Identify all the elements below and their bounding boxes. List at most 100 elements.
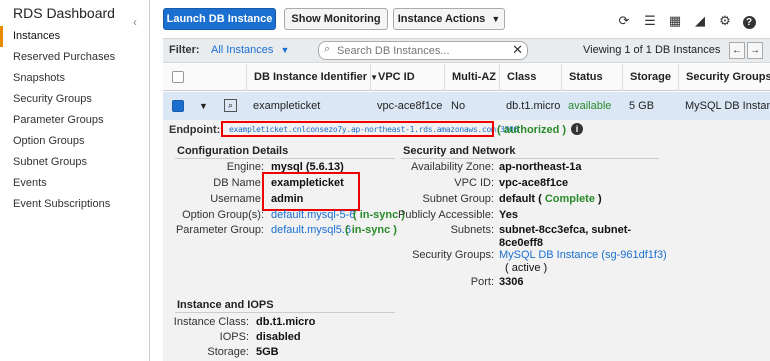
security-title: Security and Network [403,145,516,157]
security-divider [401,158,659,159]
clear-icon[interactable]: ✕ [512,42,523,58]
highlight-box-endpoint [221,121,494,137]
subnet-group-label: Subnet Group: [422,193,494,205]
chart-icon[interactable]: ◢ [693,14,707,28]
table-row[interactable]: ▼ ⌕ exampleticket vpc-ace8f1ce No db.t1.… [163,92,770,120]
az-value: ap-northeast-1a [499,161,582,173]
viewing-count: Viewing 1 of 1 DB Instances [583,44,721,56]
security-group-link[interactable]: MySQL DB Instance (sg-961df1f3) [499,249,667,261]
next-page-icon[interactable]: → [747,42,763,59]
sidebar-item-reserved-purchases[interactable]: Reserved Purchases [0,47,149,68]
storage-label: Storage: [207,346,249,358]
expand-icon[interactable]: ▼ [199,92,208,120]
cell-status: available [568,100,612,112]
launch-db-instance-button[interactable]: Launch DB Instance [163,8,276,30]
column-header-multi-az[interactable]: Multi-AZ [444,64,499,91]
column-header-class[interactable]: Class [499,64,561,91]
column-header-label: DB Instance Identifier [254,71,368,83]
engine-label: Engine: [226,161,264,173]
sidebar-item-event-subscriptions[interactable]: Event Subscriptions [0,194,149,215]
instance-detail-panel: Endpoint: exampleticket.cnlconsezo7y.ap-… [163,120,770,361]
parameter-group-status: ( in-sync ) [345,224,397,236]
option-group-label: Option Group(s): [182,209,264,221]
instance-actions-label: Instance Actions [397,13,486,25]
sidebar-item-parameter-groups[interactable]: Parameter Groups [0,110,149,131]
subnets-value-1: subnet-8cc3efca, subnet- [499,224,632,236]
endpoint-label: Endpoint: [169,124,221,136]
sidebar-title: RDS Dashboard [13,5,115,21]
sidebar-item-snapshots[interactable]: Snapshots [0,68,149,89]
config-divider [175,158,395,159]
iops-value: disabled [256,331,301,343]
subnets-label: Subnets: [450,224,494,236]
parameter-group-link[interactable]: default.mysql5.6 [271,224,351,236]
cell-multi-az: No [451,100,466,112]
prev-page-icon[interactable]: ← [729,42,745,59]
endpoint-status: ( authorized ) [497,124,567,136]
public-value: Yes [499,209,518,221]
help-icon[interactable]: ? [742,14,756,29]
az-label: Availability Zone: [411,161,494,173]
storage-value: 5GB [256,346,279,358]
sidebar: RDS Dashboard ‹ Instances Reserved Purch… [0,0,150,361]
iops-divider [175,312,395,313]
chevron-down-icon: ▼ [280,45,290,55]
show-monitoring-button[interactable]: Show Monitoring [284,8,388,30]
cell-storage: 5 GB [629,100,655,112]
filter-selected-value: All Instances [211,44,274,56]
port-value: 3306 [499,276,524,288]
grid-view-icon[interactable]: ▦ [668,14,682,28]
refresh-icon[interactable]: ⟳ [617,14,631,28]
filter-bar: Filter: All Instances ▼ ⌕ ✕ Viewing 1 of… [163,38,770,63]
public-label: Publicly Accessible: [398,209,494,221]
sidebar-item-subnet-groups[interactable]: Subnet Groups [0,152,149,173]
column-header-storage[interactable]: Storage [622,64,678,91]
list-view-icon[interactable]: ☰ [643,14,657,28]
port-label: Port: [470,276,494,288]
highlight-box-credentials [262,172,360,211]
magnify-icon[interactable]: ⌕ [224,99,237,112]
sidebar-nav: Instances Reserved Purchases Snapshots S… [0,26,149,215]
cell-class: db.t1.micro [506,100,561,112]
select-all-checkbox[interactable] [172,71,184,83]
iops-title: Instance and IOPS [177,299,274,311]
vpc-label: VPC ID: [454,177,494,189]
sidebar-item-security-groups[interactable]: Security Groups [0,89,149,110]
subnets-value-2: 8ce0eff8 [499,237,544,249]
vpc-value: vpc-ace8f1ce [499,177,569,189]
main-panel: Launch DB Instance Show Monitoring Insta… [158,0,770,361]
instance-class-label: Instance Class: [173,316,249,328]
parameter-group-label: Parameter Group: [175,224,264,236]
iops-label: IOPS: [219,331,249,343]
search-input[interactable] [337,43,507,58]
sidebar-item-events[interactable]: Events [0,173,149,194]
subnet-group-value: default ( Complete ) [499,193,602,205]
search-box: ⌕ ✕ [318,41,528,60]
row-checkbox[interactable] [172,100,184,112]
username-label: Username: [210,193,264,205]
option-group-link[interactable]: default.mysql-5-6 [271,209,355,221]
security-groups-label: Security Groups: [412,249,494,261]
info-icon[interactable]: i [571,123,583,135]
column-header-vpc[interactable]: VPC ID [370,64,444,91]
gear-icon[interactable]: ⚙ [718,14,732,28]
cell-security-groups: MySQL DB Instanc [685,100,770,112]
column-header-status[interactable]: Status [561,64,622,91]
cell-identifier: exampleticket [253,100,321,112]
column-header-security-groups[interactable]: Security Groups [678,64,770,91]
subnet-group-suffix: ) [598,193,602,205]
search-icon: ⌕ [324,43,331,55]
column-header-identifier[interactable]: DB Instance Identifier ▼ [246,64,378,91]
filter-label: Filter: [169,44,200,56]
filter-select[interactable]: All Instances ▼ [211,44,289,56]
sidebar-item-option-groups[interactable]: Option Groups [0,131,149,152]
cell-vpc: vpc-ace8f1ce [377,100,443,112]
chevron-down-icon: ▼ [491,14,501,24]
config-title: Configuration Details [177,145,289,157]
subnet-group-prefix: default ( [499,193,542,205]
instance-class-value: db.t1.micro [256,316,316,328]
instance-actions-button[interactable]: Instance Actions ▼ [393,8,505,30]
table-header: DB Instance Identifier ▼ VPC ID Multi-AZ… [163,64,770,91]
sidebar-item-instances[interactable]: Instances [0,26,149,47]
security-group-status: ( active ) [505,262,548,274]
